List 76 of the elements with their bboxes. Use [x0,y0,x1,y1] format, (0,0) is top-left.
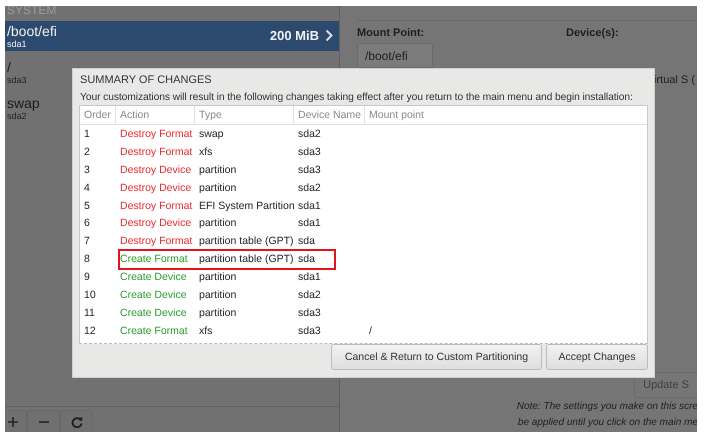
type-cell-text: xfs [198,324,214,337]
mount-name: / [7,58,11,74]
action-cell-text: Destroy Format [119,128,194,140]
action-cell-text: Destroy Device [119,217,192,230]
device-name: sda2 [7,110,27,120]
type-cell-text: partition [198,306,238,319]
action-cell-text: Destroy Format [119,200,194,212]
order-cell-text: 4 [83,182,91,194]
device-cell-text: sda3 [297,146,322,158]
order-cell-text: 7 [83,235,91,248]
type-cell-text: xfs [198,146,214,158]
device-name: sda3 [7,74,27,84]
dialog-message: Your customizations will result in the following changes taking effect after you return to the main menu and begin installation: [80,92,634,103]
partition-size: 200 MiB [270,28,319,43]
type-cell-text: partition [198,271,238,284]
mount-name: /boot/efi [7,22,57,38]
order-cell-text: 6 [83,217,91,230]
cancel-button[interactable]: Cancel & Return to Custom Partitioning [331,344,542,370]
remove-button[interactable] [27,410,60,432]
action-cell-text: Create Device [119,288,188,301]
column-header[interactable]: Order [80,106,116,124]
order-cell-text: 8 [83,253,91,266]
mount-point-item[interactable]: /boot/efi sda1 200 MiB [5,21,339,51]
action-cell-text: Create Format [119,253,189,266]
order-cell-text: 10 [83,288,97,301]
order-cell-text: 11 [83,306,96,319]
device-cell-text: sda [297,253,316,266]
type-cell-text: partition [198,182,238,194]
action-cell-text: Destroy Device [119,164,192,176]
device-cell-text: sda3 [297,164,322,176]
type-cell-text: swap [198,128,225,140]
order-cell-text: 1 [83,128,91,140]
column-header[interactable]: Action [116,106,195,124]
add-button[interactable] [5,410,27,432]
column-header[interactable]: Mount point [365,106,647,124]
type-cell-text: partition table (GPT) [198,253,294,266]
action-cell-text: Destroy Format [119,146,194,158]
type-cell-text: partition [198,288,238,301]
update-button[interactable]: Update S [634,372,697,398]
refresh-button[interactable] [60,410,93,432]
type-cell-text: EFI System Partition [198,200,294,212]
device-name: sda1 [7,38,27,48]
mount-point-cell-text: / [368,324,373,337]
device-cell-text: sda1 [297,271,322,284]
order-cell-text: 12 [83,324,97,337]
order-cell-text: 2 [83,146,91,158]
device-cell-text: sda2 [297,128,322,140]
devices-label: Device(s): [566,27,619,41]
refresh-icon [70,416,82,428]
device-cell-text: sda3 [297,324,322,337]
type-cell-text: partition [198,217,238,230]
order-cell-text: 5 [83,200,91,212]
device-cell-text: sda2 [297,182,322,194]
mount-point-field[interactable]: /boot/efi [357,43,433,68]
order-cell-text: 3 [83,164,91,176]
device-cell-text: sda [297,235,316,248]
accept-button[interactable]: Accept Changes [546,344,648,370]
column-header[interactable]: Device Name [294,106,365,124]
action-cell-text: Create Format [119,324,189,337]
column-header[interactable]: Type [195,106,294,124]
chevron-right-icon [325,29,333,42]
order-cell-text: 9 [83,271,91,284]
type-cell-text: partition table (GPT) [198,235,294,248]
device-cell-text: sda1 [297,217,322,230]
dialog-title: SUMMARY OF CHANGES [80,74,213,86]
mount-point-label: Mount Point: [357,27,426,39]
type-cell-text: partition [198,164,238,176]
action-cell-text: Create Device [119,306,188,319]
action-cell-text: Destroy Device [119,182,192,194]
device-cell-text: sda2 [297,288,322,301]
device-cell-text: sda3 [297,306,322,319]
mount-name: swap [7,94,40,110]
action-cell-text: Create Device [119,271,188,284]
plus-icon [8,417,18,427]
device-cell-text: sda1 [297,200,322,212]
action-cell-text: Destroy Format [119,235,194,248]
